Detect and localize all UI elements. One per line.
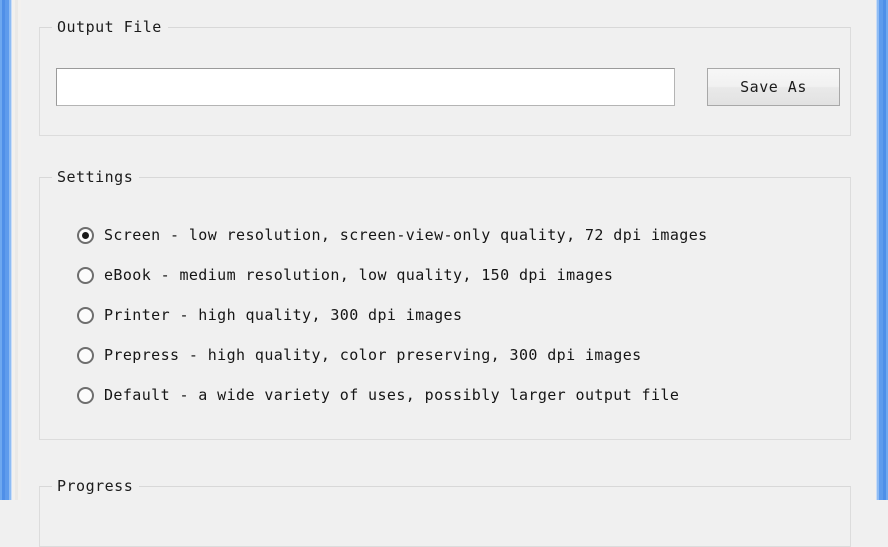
radio-button-icon[interactable] [77, 346, 94, 364]
output-file-group-title: Output File [52, 18, 168, 37]
settings-group-title: Settings [52, 168, 140, 187]
settings-option-label: Screen - low resolution, screen-view-onl… [104, 226, 708, 244]
settings-option-3[interactable]: Printer - high quality, 300 dpi images [77, 295, 837, 335]
settings-option-1[interactable]: Screen - low resolution, screen-view-onl… [77, 215, 837, 255]
radio-button-icon[interactable] [77, 386, 94, 404]
settings-option-label: eBook - medium resolution, low quality, … [104, 266, 614, 284]
progress-group-title: Progress [52, 477, 140, 496]
progress-group: Progress [39, 477, 851, 547]
settings-option-label: Printer - high quality, 300 dpi images [104, 306, 463, 324]
progress-group-frame [39, 486, 851, 547]
window-client-area: Output File Save As Settings Screen - lo… [15, 0, 873, 547]
save-as-button[interactable]: Save As [707, 68, 840, 106]
settings-option-label: Prepress - high quality, color preservin… [104, 346, 642, 364]
radio-button-icon[interactable] [77, 306, 94, 324]
settings-option-5[interactable]: Default - a wide variety of uses, possib… [77, 375, 837, 415]
radio-button-icon[interactable] [77, 226, 94, 244]
window-border-left [0, 0, 15, 500]
settings-option-2[interactable]: eBook - medium resolution, low quality, … [77, 255, 837, 295]
settings-option-label: Default - a wide variety of uses, possib… [104, 386, 680, 404]
settings-option-4[interactable]: Prepress - high quality, color preservin… [77, 335, 837, 375]
output-file-input[interactable] [56, 68, 675, 106]
output-file-row: Save As [56, 68, 840, 106]
application-window: Output File Save As Settings Screen - lo… [0, 0, 888, 547]
radio-button-icon[interactable] [77, 266, 94, 284]
settings-radio-group: Screen - low resolution, screen-view-onl… [77, 215, 837, 415]
window-border-right [873, 0, 888, 500]
